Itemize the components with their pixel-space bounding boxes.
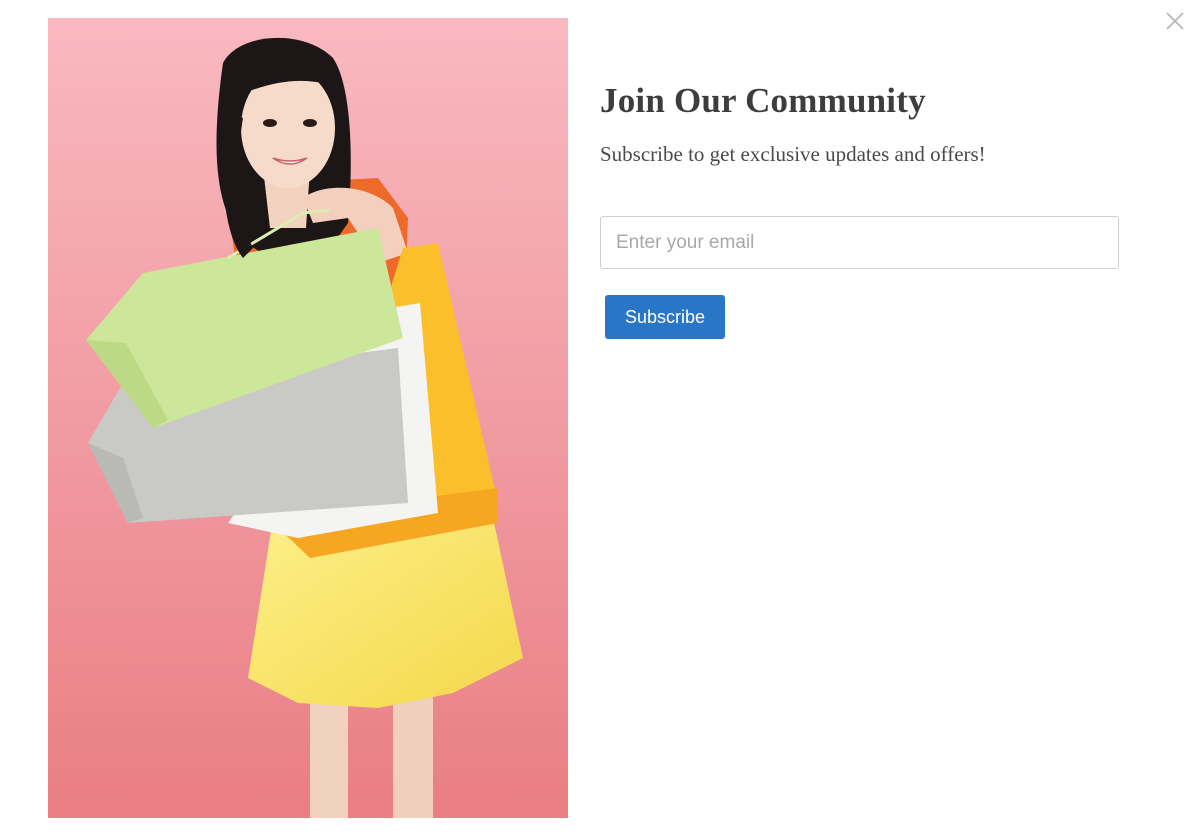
close-button[interactable]: [1164, 10, 1186, 32]
modal-subtitle: Subscribe to get exclusive updates and o…: [600, 142, 986, 166]
subscribe-modal: Join Our Community Subscribe to get excl…: [0, 0, 1198, 835]
modal-title: Join Our Community: [600, 81, 926, 120]
email-input[interactable]: [600, 216, 1119, 269]
subscribe-button[interactable]: Subscribe: [605, 295, 725, 339]
subscribe-content: Join Our Community Subscribe to get excl…: [600, 80, 1140, 339]
promo-photo: [48, 18, 568, 818]
close-icon: [1166, 12, 1184, 30]
